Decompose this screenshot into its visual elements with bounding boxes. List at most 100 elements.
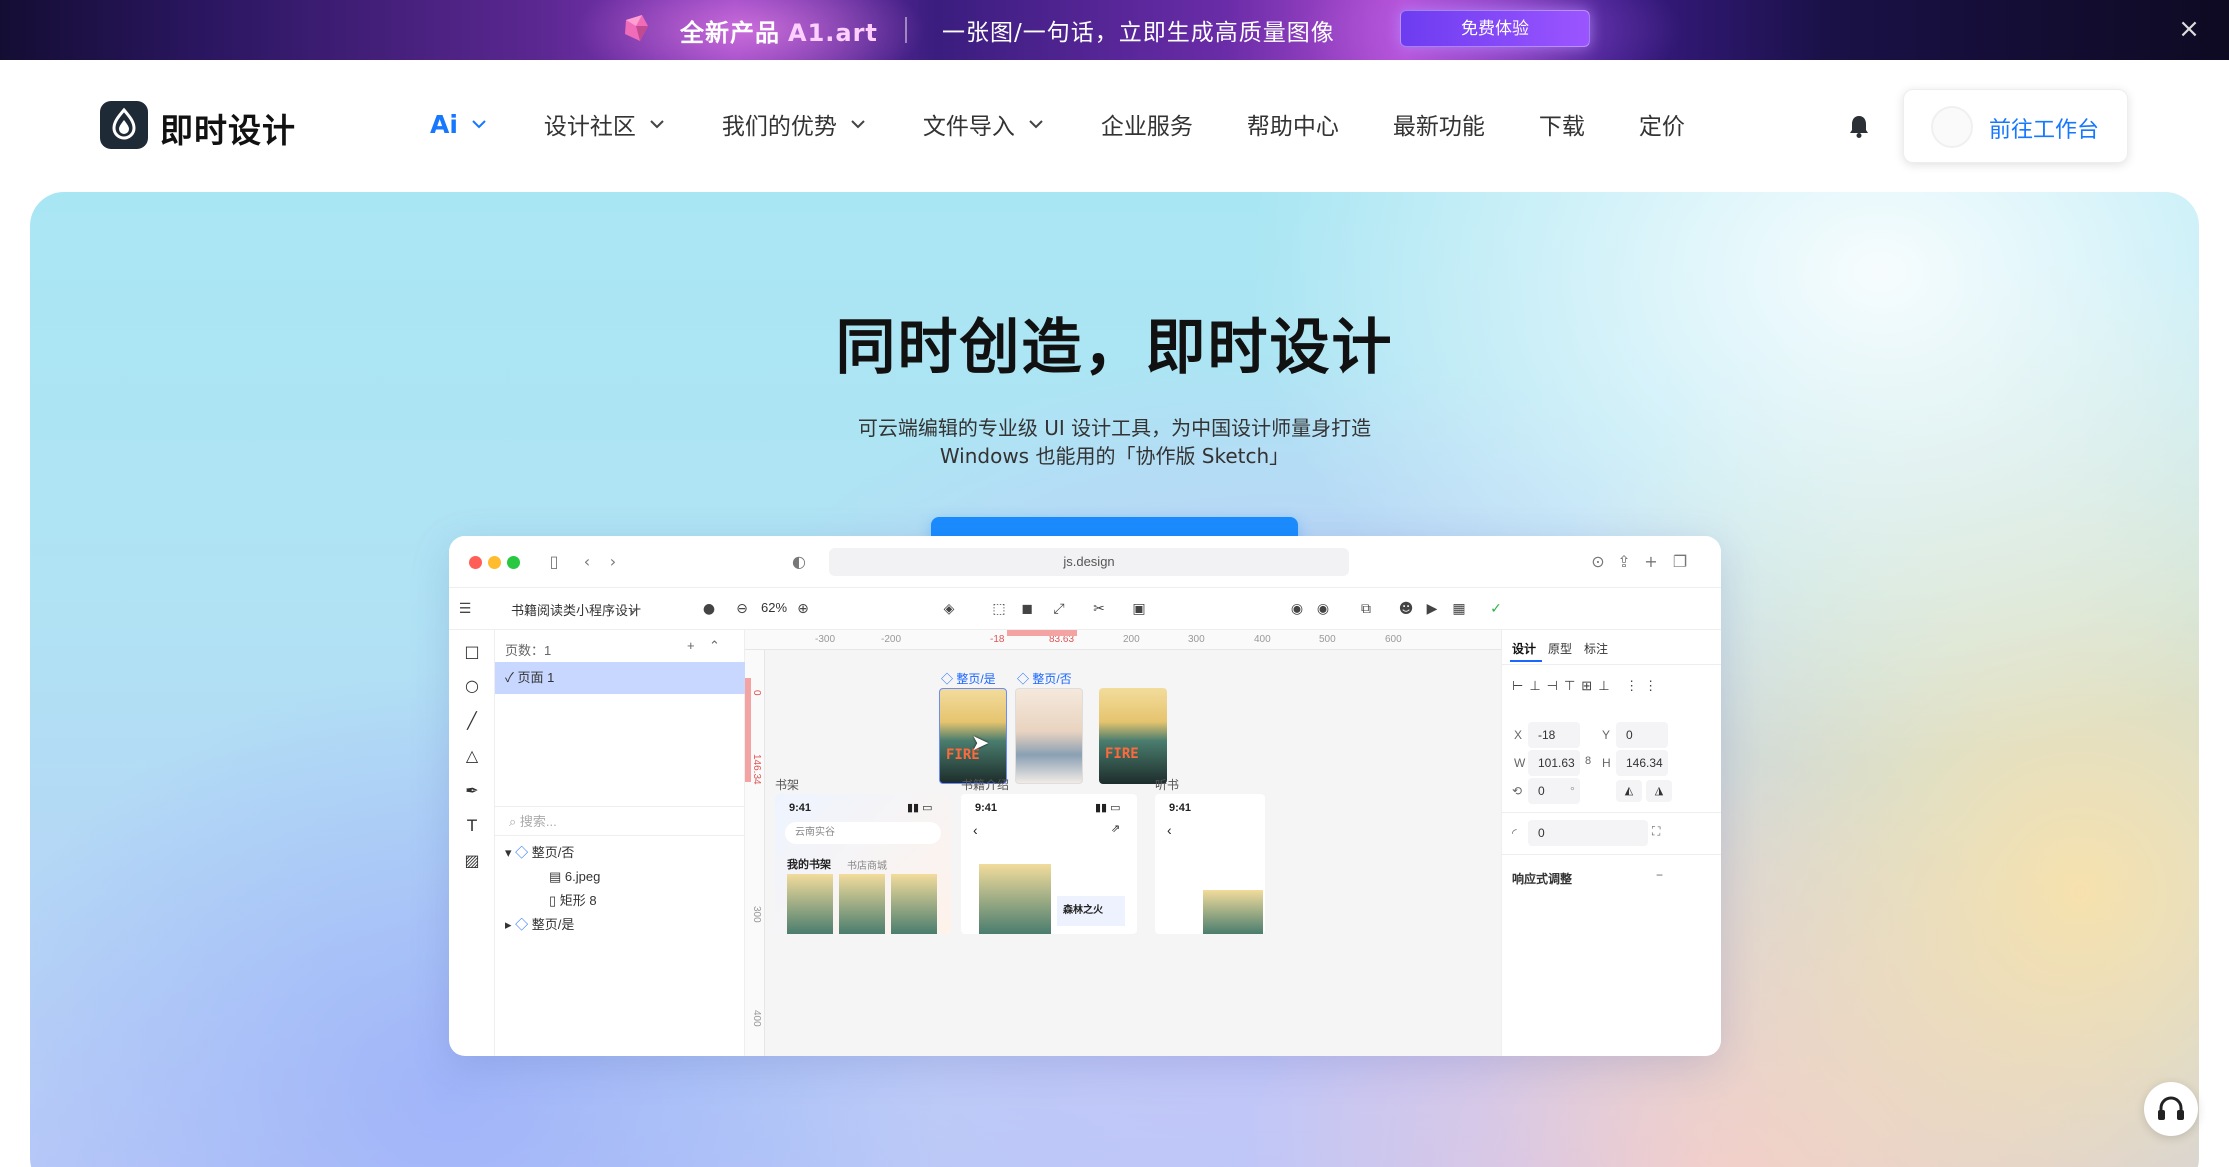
phone-frame-bookshelf: 9:41 ▮▮ ▭ 云南实谷 我的书架 书店商城 [775,794,951,934]
height-field: 146.34 [1616,750,1668,776]
logo-icon[interactable] [100,101,148,149]
phone-tab-active: 我的书架 [787,859,831,871]
forward-icon: › [609,552,617,571]
layer-label: 6.jpeg [564,869,601,884]
book-cover-thumbnail: FIRE [1099,688,1167,784]
nav-item-new-features[interactable]: 最新功能 [1393,106,1485,142]
banner-title: 全新产品 [680,19,780,47]
image-tool-icon: ▨ [464,851,480,870]
properties-panel: 设计 原型 标注 ⊢⊥⊣⊤⊞⊥ ⋮⋮ X -18 Y 0 W 101.63 8 … [1501,630,1721,1056]
project-name: 书籍阅读类小程序设计 [511,603,642,618]
tab-annotation: 标注 [1584,642,1609,656]
ruler-tick: 146.34 [751,754,762,785]
phone-frame-audiobook: 9:41 ‹ [1155,794,1265,934]
text-tool-icon: T [467,816,477,835]
layer-row: ▸ ◇ 整页/是 [505,917,575,932]
address-bar: js.design [829,548,1349,576]
flip-horizontal-icon: ◭ [1616,780,1642,802]
phone-frame-book-intro: 9:41 ▮▮ ▭ ‹ ⇗ 森林之火 [961,794,1137,934]
chevron-down-icon [1029,120,1043,129]
rotation-value: 0 [1538,784,1545,798]
ruler-tick: 400 [751,1010,762,1027]
chevron-down-icon [851,120,865,129]
tab-design: 设计 [1512,642,1537,656]
book-title-text: 森林之火 [1063,905,1103,916]
layers-panel: 页数：1 + ⌃ ✓ 页面 1 ⌕ 搜索... ▾ ◇ 整页/否 ▤ 6.jpe… [495,630,745,1056]
banner-slogan: 一张图/一句话，立即生成高质量图像 [942,20,1335,46]
independent-corners-icon: ⛶ [1652,824,1661,838]
customer-support-button[interactable] [2144,1082,2198,1136]
ruler-tick: -200 [881,634,902,645]
ruler-vertical: 0 146.34 300 400 [745,650,765,1056]
nav-item-download[interactable]: 下载 [1539,106,1585,142]
tabs-icon: ❐ [1672,552,1688,571]
rotation-unit: ° [1570,784,1575,798]
component-icon: ◈ [943,601,955,617]
ruler-tick: 300 [751,906,762,923]
book-cover [979,864,1051,934]
play-icon: ▶ [1426,601,1438,617]
logo-text[interactable]: 即时设计 [160,104,296,152]
nav-item-pricing[interactable]: 定价 [1639,106,1685,142]
banner-divider [905,17,907,43]
nav-item-label: 我们的优势 [721,114,837,140]
headset-icon [2158,1096,2184,1120]
nav-item-advantages[interactable]: 我们的优势 [722,106,869,142]
go-to-workspace-button[interactable]: 前往工作台 [1903,89,2128,163]
nav-item-label: 企业服务 [1100,114,1193,140]
collaborator-avatar-icon: ◉ [1316,601,1330,617]
ruler-tick: 600 [1385,634,1402,645]
x-field: -18 [1528,722,1580,748]
layer-row: ▾ ◇ 整页/否 [505,845,575,860]
rotation-field: 0 ° [1528,778,1580,804]
book-title: 森林之火 [1057,896,1125,926]
ruler-selection-highlight [1007,630,1077,636]
share-icon: ⇗ [1111,823,1121,835]
ruler-tick: -18 [990,634,1005,645]
divider [1502,854,1721,855]
close-icon[interactable]: × [2174,14,2204,44]
promo-banner[interactable]: 全新产品 A1.art 一张图/一句话，立即生成高质量图像 免费体验 × [0,0,2229,60]
layer-row: ▯ 矩形 8 [549,893,597,908]
phone-time: 9:41 [1169,802,1192,814]
main-navigation: 即时设计 Ai 设计社区 我们的优势 文件导入 企业服务 帮助中心 最新功能 下… [0,60,2229,192]
ruler-tick: 500 [1319,634,1336,645]
free-trial-button[interactable]: 免费体验 [1400,10,1590,47]
nav-item-enterprise[interactable]: 企业服务 [1101,106,1193,142]
nav-menu: Ai 设计社区 我们的优势 文件导入 企业服务 帮助中心 最新功能 下载 定价 [430,106,1739,142]
layer-search: ⌕ 搜索... [495,806,745,836]
banner-brand: A1.art [788,19,878,47]
phone-time: 9:41 [975,802,998,814]
phone-search: 云南实谷 [785,822,941,844]
avatar [1931,106,1973,148]
collaborator-avatar-icon: ◉ [1290,601,1304,617]
page-item-label: 页面 1 [517,670,555,685]
frame-icon: ⬚ [992,601,1006,617]
tab-indicator [1510,660,1542,662]
download-icon: ⊙ [1591,552,1605,571]
bell-icon[interactable] [1845,112,1873,140]
nav-item-label: 文件导入 [922,114,1015,140]
nav-item-label: 帮助中心 [1246,114,1339,140]
export-icon: ⧉ [1361,601,1371,617]
hero-title: 同时创造，即时设计 [835,313,1394,383]
field-label: Y [1602,728,1611,742]
pen-tool-icon: ✒ [465,781,479,800]
nav-item-help[interactable]: 帮助中心 [1247,106,1339,142]
design-canvas: -300 -200 -18 83.63 200 300 400 500 600 … [745,630,1501,1056]
frame-label-text: 整页/否 [1032,672,1072,686]
scissor-icon: ✂ [1093,601,1105,617]
back-icon: ‹ [973,822,978,838]
book-cover [787,874,833,934]
nav-item-ai[interactable]: Ai [430,106,490,142]
ruler-tick: 200 [1123,634,1140,645]
nav-item-community[interactable]: 设计社区 [544,106,668,142]
check-circle-icon: ✓ [1490,601,1502,617]
rotation-icon: ⟲ [1512,784,1523,798]
browser-titlebar: ▯ ‹ › ◐ js.design ⊙ ⇪ + ❐ [449,536,1721,588]
nav-item-file-import[interactable]: 文件导入 [923,106,1047,142]
mask-icon: ◼ [1021,601,1033,617]
ruler-tick: 300 [1188,634,1205,645]
divider [1502,812,1721,813]
layout-icon: ▦ [1452,601,1466,617]
